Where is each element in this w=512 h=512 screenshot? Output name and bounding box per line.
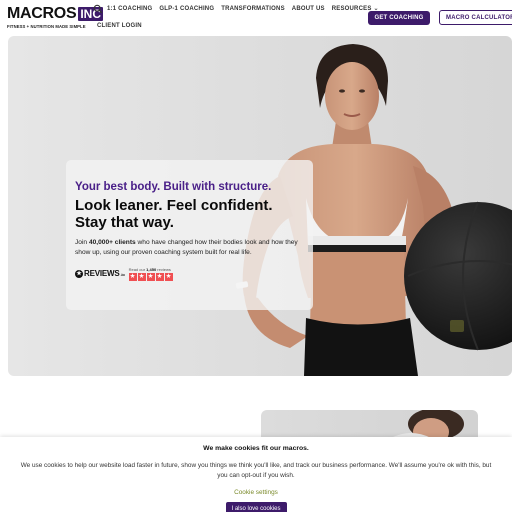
section-photo [391,410,464,446]
reviews-count: 1,450 [146,266,157,272]
hero-card: Your best body. Built with structure. Lo… [66,160,313,310]
reviews-io-logo: ★ REVIEWS .io [75,269,125,278]
get-coaching-button[interactable]: GET COACHING [368,11,430,25]
star-icon: ★ [137,272,146,281]
cookie-banner: We make cookies fit our macros. We use c… [0,437,512,512]
logo-tagline: FITNESS + NUTRITION MADE SIMPLE [7,24,86,29]
reviews-read-suffix: reviews [156,266,171,272]
star-icon: ★ [155,272,164,281]
star-icon: ★ [164,272,173,281]
hero-banner: Your best body. Built with structure. Lo… [8,36,512,376]
nav-client-login[interactable]: CLIENT LOGIN [97,23,142,29]
reviews-count-text: Read our 1,450 reviews [129,267,173,272]
accept-cookies-button[interactable]: I also love cookies [225,502,287,512]
reviews-star-icon: ★ [75,269,83,278]
nav-about-us[interactable]: ABOUT US [292,5,325,12]
cookie-text: We use cookies to help our website load … [20,462,492,469]
nav-1-1-coaching[interactable]: 1:1 COACHING [107,5,152,12]
macro-calculator-button[interactable]: MACRO CALCULATOR [439,10,512,25]
star-icon: ★ [146,272,155,281]
reviews-brand: REVIEWS [84,269,120,279]
nav-transformations[interactable]: TRANSFORMATIONS [221,5,285,12]
hero-title-line-1: Look leaner. Feel confident. [75,197,273,214]
star-icon: ★ [128,272,137,281]
logo-text: MACROS [7,5,77,22]
nav-glp-1-coaching[interactable]: GLP-1 COACHING [159,5,214,12]
reviews-read-prefix: Read our [128,266,147,272]
hero-title: Look leaner. Feel confident. Stay that w… [75,197,305,231]
search-icon[interactable] [93,4,103,14]
nav-resources-label: RESOURCES [331,5,372,12]
hero-desc-prefix: Join [75,239,89,246]
hero-description: Join 40,000+ clients who have changed ho… [75,238,307,259]
cookie-settings-link[interactable]: Cookie settings [234,489,278,496]
main-nav: 1:1 COACHING GLP-1 COACHING TRANSFORMATI… [107,5,386,13]
reviews-widget[interactable]: ★ REVIEWS .io Read our 1,450 reviews ★ ★… [75,267,305,281]
hero-tagline: Your best body. Built with structure. [75,181,272,193]
site-logo[interactable]: MACROS INC FITNESS + NUTRITION MADE SIMP… [7,5,103,31]
hero-title-line-2: Stay that way. [75,214,174,231]
cookie-title: We make cookies fit our macros. [203,445,309,452]
rating-stars: ★ ★ ★ ★ ★ [128,272,173,281]
hero-desc-highlight: 40,000+ clients [88,239,136,246]
reviews-brand-suffix: .io [120,272,125,278]
cookie-text-continued: you can opt-out if you wish. [217,472,295,479]
reviews-summary: Read our 1,450 reviews ★ ★ ★ ★ ★ [128,267,173,281]
page: MACROS INC FITNESS + NUTRITION MADE SIMP… [0,0,512,512]
